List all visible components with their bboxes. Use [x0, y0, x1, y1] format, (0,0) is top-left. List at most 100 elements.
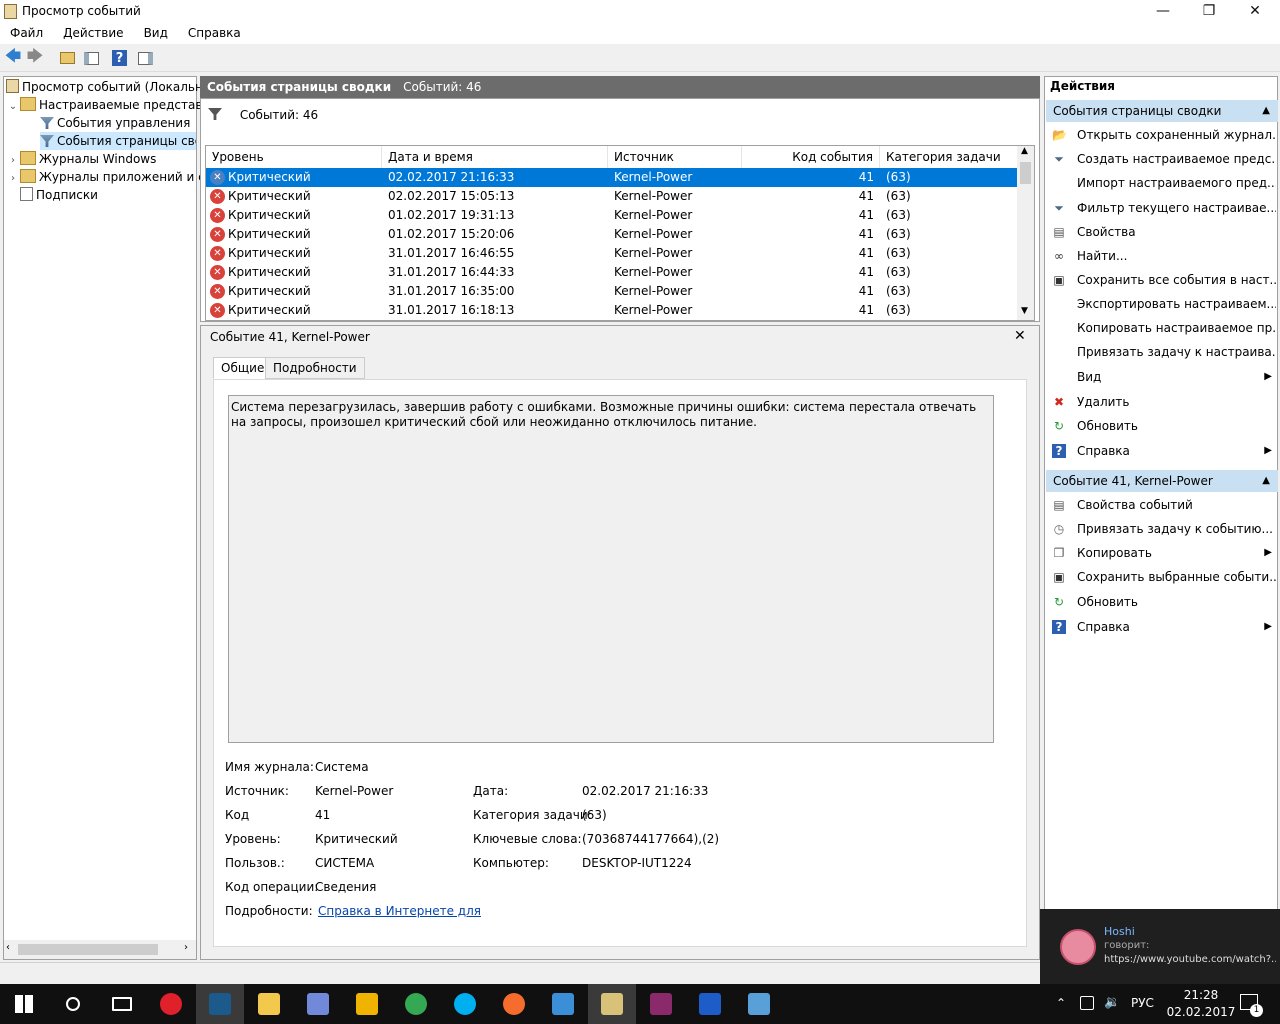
- table-row[interactable]: ✕ Критический 31.01.2017 16:18:13 Kernel-Po…: [206, 301, 1018, 320]
- action-event-0[interactable]: ▤ Свойства событий: [1050, 494, 1276, 516]
- column-header-source[interactable]: Источник: [608, 146, 742, 168]
- action-summary-13[interactable]: ? Справка ▶: [1050, 440, 1276, 462]
- action-event-3[interactable]: ▣ Сохранить выбранные событи...: [1050, 566, 1276, 588]
- table-row[interactable]: ✕ Критический 02.02.2017 21:16:33 Kernel-Po…: [206, 168, 1018, 187]
- action-summary-4[interactable]: ▤ Свойства: [1050, 221, 1276, 243]
- file-explorer-icon[interactable]: [245, 984, 293, 1024]
- table-row[interactable]: ✕ Критический 01.02.2017 19:31:13 Kernel-Po…: [206, 206, 1018, 225]
- scroll-up-icon[interactable]: ▲: [1021, 146, 1028, 156]
- minimize-button[interactable]: —: [1140, 0, 1186, 24]
- action-summary-10[interactable]: Вид ▶: [1050, 366, 1276, 388]
- table-row[interactable]: ✕ Критический 31.01.2017 16:46:55 Kernel-Po…: [206, 244, 1018, 263]
- task-view-icon[interactable]: [98, 984, 146, 1024]
- tree-item-root[interactable]: Просмотр событий (Локальны: [6, 78, 212, 96]
- section-title: События страницы сводки: [1053, 104, 1222, 118]
- tree-item-custom-views[interactable]: ⌄ Настраиваемые представле: [6, 96, 217, 114]
- action-summary-12[interactable]: ↻ Обновить: [1050, 415, 1276, 437]
- tree-item-admin-events[interactable]: События управления: [40, 114, 190, 132]
- language-indicator[interactable]: РУС: [1131, 996, 1154, 1010]
- show-hide-action-pane-icon[interactable]: [136, 49, 154, 67]
- winrar-icon[interactable]: [637, 984, 685, 1024]
- help-icon[interactable]: ?: [112, 50, 127, 66]
- scroll-left-icon[interactable]: ‹: [6, 942, 10, 953]
- menu-action[interactable]: Действие: [53, 24, 133, 40]
- details-label: Подробности:: [225, 904, 313, 918]
- events-vertical-scrollbar[interactable]: ▲ ▼: [1017, 146, 1034, 320]
- maximize-button[interactable]: ❐: [1186, 0, 1232, 24]
- action-summary-8[interactable]: Копировать настраиваемое пр...: [1050, 317, 1276, 339]
- action-summary-0[interactable]: 📂 Открыть сохраненный журнал...: [1050, 124, 1276, 146]
- monitor-icon[interactable]: [686, 984, 734, 1024]
- online-help-link-text[interactable]: Справка в Интернете для: [318, 904, 481, 918]
- table-row[interactable]: ✕ Критический 02.02.2017 15:05:13 Kernel-Po…: [206, 187, 1018, 206]
- origin-icon[interactable]: [490, 984, 538, 1024]
- tray-chevron-icon[interactable]: ⌃: [1056, 996, 1066, 1010]
- menu-file[interactable]: Файл: [0, 24, 53, 40]
- start-icon[interactable]: [0, 984, 48, 1024]
- close-icon[interactable]: ✕: [1014, 328, 1026, 344]
- column-header-date[interactable]: Дата и время: [382, 146, 608, 168]
- app-window-icon[interactable]: [539, 984, 587, 1024]
- action-event-2[interactable]: ❐ Копировать ▶: [1050, 542, 1276, 564]
- table-row[interactable]: ✕ Критический 31.01.2017 16:35:00 Kernel-Po…: [206, 282, 1018, 301]
- table-row[interactable]: ✕ Критический 01.02.2017 15:20:06 Kernel-Po…: [206, 225, 1018, 244]
- tab-details[interactable]: Подробности: [265, 357, 365, 379]
- chevron-right-icon[interactable]: ›: [6, 152, 20, 168]
- chevron-down-icon[interactable]: ⌄: [6, 98, 20, 114]
- column-header-task-category[interactable]: Категория задачи: [880, 146, 1018, 168]
- tree-horizontal-scrollbar[interactable]: ‹ ›: [4, 940, 196, 959]
- event-viewer-icon[interactable]: [588, 984, 636, 1024]
- action-summary-6[interactable]: ▣ Сохранить все события в наст...: [1050, 269, 1276, 291]
- volume-icon[interactable]: 🔉: [1104, 995, 1120, 1010]
- chrome-icon[interactable]: [392, 984, 440, 1024]
- actions-section-summary[interactable]: События страницы сводки ▲: [1046, 100, 1278, 122]
- action-event-5[interactable]: ? Справка ▶: [1050, 616, 1276, 638]
- online-help-link[interactable]: Справка в Интернете для: [318, 904, 481, 918]
- paint-icon[interactable]: [735, 984, 783, 1024]
- scroll-right-icon[interactable]: ›: [184, 942, 188, 953]
- scroll-down-icon[interactable]: ▼: [1021, 306, 1028, 316]
- show-hide-tree-icon[interactable]: [82, 49, 100, 67]
- close-button[interactable]: ✕: [1232, 0, 1278, 24]
- clock-date[interactable]: 02.02.2017: [1164, 1005, 1238, 1019]
- scrollbar-thumb[interactable]: [18, 944, 158, 955]
- actions-section-event[interactable]: Событие 41, Kernel-Power ▲: [1046, 470, 1278, 492]
- search-icon[interactable]: [49, 984, 97, 1024]
- action-summary-1[interactable]: ⏷ Создать настраиваемое предс...: [1050, 148, 1276, 170]
- event-description[interactable]: Система перезагрузилась, завершив работу…: [228, 395, 994, 743]
- skype-icon[interactable]: [441, 984, 489, 1024]
- network-icon[interactable]: [1080, 996, 1094, 1010]
- action-event-1[interactable]: ◷ Привязать задачу к событию...: [1050, 518, 1276, 540]
- column-header-level[interactable]: Уровень: [206, 146, 382, 168]
- action-event-4[interactable]: ↻ Обновить: [1050, 591, 1276, 613]
- collapse-icon[interactable]: ▲: [1262, 100, 1270, 122]
- discord-icon[interactable]: [294, 984, 342, 1024]
- app-icon[interactable]: [343, 984, 391, 1024]
- table-row[interactable]: ✕ Критический 31.01.2017 16:44:33 Kernel-Po…: [206, 263, 1018, 282]
- tree-item-summary-events[interactable]: События страницы свод: [40, 132, 196, 150]
- menu-view[interactable]: Вид: [134, 24, 178, 40]
- chat-notification[interactable]: Hoshi говорит: https://www.youtube.com/w…: [1040, 909, 1280, 984]
- column-header-event-id[interactable]: Код события: [742, 146, 880, 168]
- back-arrow-icon[interactable]: 🡄: [4, 46, 22, 67]
- scrollbar-thumb[interactable]: [1020, 162, 1031, 184]
- steam-icon[interactable]: [196, 984, 244, 1024]
- collapse-icon[interactable]: ▲: [1262, 470, 1270, 492]
- chevron-right-icon[interactable]: ›: [6, 170, 20, 186]
- save-icon: ▣: [1053, 570, 1065, 584]
- action-summary-11[interactable]: ✖ Удалить: [1050, 391, 1276, 413]
- opera-icon[interactable]: [147, 984, 195, 1024]
- action-summary-2[interactable]: Импорт настраиваемого пред...: [1050, 172, 1276, 194]
- action-summary-5[interactable]: ∞ Найти...: [1050, 245, 1276, 267]
- tree-item-app-logs[interactable]: › Журналы приложений и сл: [6, 168, 212, 186]
- clock-time[interactable]: 21:28: [1170, 988, 1232, 1002]
- tree-item-windows-logs[interactable]: › Журналы Windows: [6, 150, 156, 168]
- action-summary-9[interactable]: Привязать задачу к настраива...: [1050, 341, 1276, 363]
- action-summary-3[interactable]: ⏷ Фильтр текущего настраивае...: [1050, 197, 1276, 219]
- tab-general[interactable]: Общие: [213, 357, 273, 379]
- folder-up-icon[interactable]: [58, 49, 76, 67]
- tree-item-subscriptions[interactable]: Подписки: [20, 186, 98, 204]
- action-summary-7[interactable]: Экспортировать настраиваем...: [1050, 293, 1276, 315]
- menu-help[interactable]: Справка: [178, 24, 251, 40]
- forward-arrow-icon[interactable]: 🡆: [26, 46, 44, 67]
